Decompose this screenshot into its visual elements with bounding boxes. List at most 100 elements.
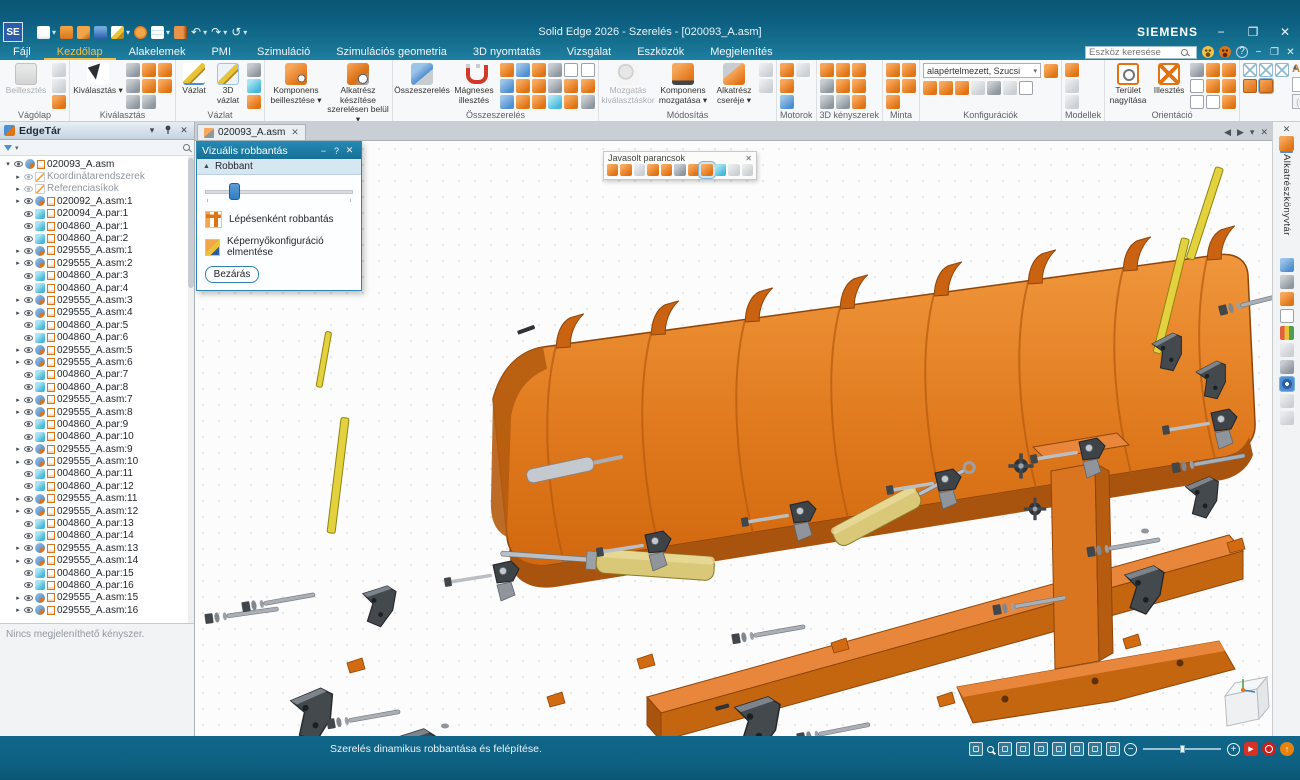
eye-icon[interactable] [24,297,33,303]
menu-tab-alakelemek[interactable]: Alakelemek [116,44,199,60]
ribbon-button-komponens-beilleszt-se[interactable]: Komponens beillesztése ▾ [268,62,324,105]
ribbon-tool-icon[interactable] [780,79,794,93]
eye-icon[interactable] [24,273,33,279]
ribbon-tool-icon[interactable] [1222,63,1236,77]
filter-funnel-icon[interactable] [4,145,12,151]
plow-blade[interactable] [491,226,1255,588]
expander-icon[interactable]: ▸ [14,396,22,404]
minimize-button[interactable]: − [1212,25,1230,39]
tab-close-all-icon[interactable]: ✕ [1260,127,1268,138]
dropdown-arrow-icon[interactable]: ▾ [243,28,247,37]
document-tab-close-icon[interactable]: ✕ [291,127,299,138]
zoom-icon[interactable] [987,746,994,753]
expander-icon[interactable]: ▸ [14,358,22,366]
expander-icon[interactable]: ▸ [14,495,22,503]
eye-icon[interactable] [24,384,33,390]
configuration-combo[interactable]: alapértelmezett, Szucsi▾ [923,63,1041,78]
exit-icon[interactable] [174,26,187,39]
ribbon-tool-icon[interactable] [987,81,1001,95]
ribbon-button-ter-let-nagy-t-sa[interactable]: Terület nagyítása [1108,62,1148,105]
ribbon-tool-icon[interactable] [52,79,66,93]
eye-icon[interactable] [24,446,33,452]
tree-item-029555-a-asm-16[interactable]: ▸029555_A.asm:16 [0,604,194,616]
save-icon[interactable] [94,26,107,39]
configurations-icon[interactable] [1280,258,1294,272]
ribbon-tool-icon[interactable] [1259,79,1273,93]
tree-item-029555-a-asm-13[interactable]: ▸029555_A.asm:13 [0,542,194,554]
tree-item-004860-a-par-6[interactable]: 004860_A.par:6 [0,331,194,343]
tree-item-004860-a-par-12[interactable]: 004860_A.par:12 [0,480,194,492]
tree-item-koordin-tarendszerek[interactable]: ▸Koordinátarendszerek [0,170,194,182]
suggested-command-icon-3[interactable] [634,164,645,176]
ribbon-tool-icon[interactable] [1065,63,1079,77]
ribbon-tool-icon[interactable] [247,79,261,93]
menu-tab-eszkozok[interactable]: Eszközök [624,44,697,60]
expander-icon[interactable]: ▸ [14,507,22,515]
ribbon-tool-icon[interactable] [1243,63,1257,77]
ribbon-tool-icon[interactable] [1065,95,1079,109]
ribbon-tool-icon[interactable] [820,79,834,93]
tree-item-004860-a-par-11[interactable]: 004860_A.par:11 [0,468,194,480]
menu-tab-pmi[interactable]: PMI [198,44,244,60]
suggested-command-icon-6[interactable] [674,164,685,176]
edgebar-close-icon[interactable]: ✕ [178,125,190,136]
ribbon-button-v-zlat[interactable]: Vázlat [179,62,209,96]
ribbon-tool-icon[interactable] [52,63,66,77]
ribbon-tool-icon[interactable] [548,63,562,77]
expander-icon[interactable]: ▸ [14,296,22,304]
ribbon-tool-icon[interactable] [1206,63,1220,77]
command-search[interactable] [1085,46,1197,59]
ribbon-tool-icon[interactable] [1190,95,1204,109]
menu-tab-3d-nyomtatas[interactable]: 3D nyomtatás [460,44,554,60]
eye-icon[interactable] [24,533,33,539]
expander-icon[interactable]: ▸ [14,309,22,317]
record-button[interactable] [1262,742,1276,756]
eye-icon[interactable] [24,335,33,341]
eye-icon[interactable] [24,459,33,465]
ribbon-tool-icon[interactable] [1259,63,1273,77]
eye-icon[interactable] [24,211,33,217]
menu-tab-megjelenites[interactable]: Megjelenítés [697,44,785,60]
expander-icon[interactable]: ▸ [14,247,22,255]
edit-properties-icon[interactable] [111,26,124,39]
tree-item-004860-a-par-9[interactable]: 004860_A.par:9 [0,418,194,430]
display-options-icon[interactable]: ▾ [146,125,158,136]
eye-icon[interactable] [24,607,33,613]
ribbon-tool-icon[interactable] [516,63,530,77]
tree-item-029555-a-asm-2[interactable]: ▸029555_A.asm:2 [0,257,194,269]
ribbon-tool-icon[interactable] [1206,79,1220,93]
expander-open-icon[interactable]: ▾ [4,160,12,168]
ribbon-collapse-icon[interactable]: ▴ [1293,62,1297,71]
eye-icon[interactable] [24,359,33,365]
share-button[interactable]: ↑ [1280,742,1294,756]
ribbon-tool-icon[interactable] [158,79,172,93]
expander-icon[interactable]: ▸ [14,544,22,552]
select-tools-icon[interactable] [1106,742,1120,756]
ribbon-tool-icon[interactable] [52,95,66,109]
tree-item-029555-a-asm-15[interactable]: ▸029555_A.asm:15 [0,592,194,604]
ribbon-tool-icon[interactable] [1190,79,1204,93]
explode-slider-thumb[interactable] [229,183,240,200]
suggested-command-icon-1[interactable] [607,164,618,176]
tree-item-029555-a-asm-8[interactable]: ▸029555_A.asm:8 [0,406,194,418]
new-document-icon[interactable] [37,26,50,39]
ribbon-tool-icon[interactable] [796,63,810,77]
eye-icon[interactable] [24,409,33,415]
ribbon-tool-icon[interactable] [548,95,562,109]
ribbon-tool-icon[interactable] [247,95,261,109]
eye-icon[interactable] [24,322,33,328]
tree-item-004860-a-par-1[interactable]: 004860_A.par:1 [0,220,194,232]
graphics-viewport[interactable]: Vizuális robbantás − ? ✕ ▲ Robbant [195,140,1272,736]
tree-item-004860-a-par-4[interactable]: 004860_A.par:4 [0,282,194,294]
rotate-view-icon[interactable] [1034,742,1048,756]
eye-off-icon[interactable] [24,174,33,180]
eye-icon[interactable] [24,545,33,551]
tree-item-029555-a-asm-5[interactable]: ▸029555_A.asm:5 [0,344,194,356]
yellow-rod-left[interactable] [327,417,349,533]
tree-item-004860-a-par-3[interactable]: 004860_A.par:3 [0,270,194,282]
ribbon-button-sszeszerel-s[interactable]: Összeszerelés [396,62,448,96]
chevron-down-icon[interactable]: ▾ [1034,67,1038,75]
zoom-in-button[interactable]: + [1227,743,1240,756]
zoom-slider-thumb[interactable] [1180,745,1185,753]
expander-icon[interactable]: ▸ [14,173,22,181]
